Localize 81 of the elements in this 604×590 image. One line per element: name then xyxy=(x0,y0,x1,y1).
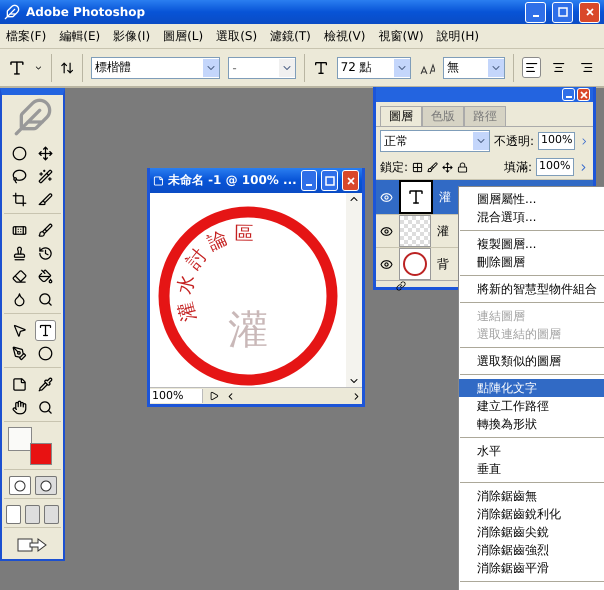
feather-logo-icon xyxy=(12,97,52,137)
context-menu-item[interactable]: 消除鋸齒銳利化 xyxy=(459,505,604,523)
fill-field[interactable]: 100% xyxy=(536,158,574,176)
foreground-color-swatch[interactable] xyxy=(8,427,32,451)
menu-item[interactable]: 檔案(F) xyxy=(6,28,46,44)
app-logo-icon xyxy=(4,4,20,20)
document-icon xyxy=(153,174,164,188)
maximize-icon xyxy=(558,7,568,17)
context-menu-item[interactable]: 點陣化文字 xyxy=(459,379,604,397)
menu-item[interactable]: 視窗(W) xyxy=(378,28,424,44)
menu-item[interactable]: 濾鏡(T) xyxy=(270,28,311,44)
minimize-button[interactable] xyxy=(562,88,575,101)
close-button[interactable] xyxy=(577,88,590,101)
eye-icon[interactable] xyxy=(380,258,393,270)
layer-name: 背 xyxy=(437,256,450,272)
context-menu-item[interactable]: 消除鋸齒強烈 xyxy=(459,541,604,559)
close-icon xyxy=(580,90,588,98)
menu-item[interactable]: 圖層(L) xyxy=(163,28,204,44)
panel-tab[interactable]: 圖層 xyxy=(380,106,422,126)
context-menu-item[interactable]: 消除鋸齒尖銳 xyxy=(459,523,604,541)
circle-icon xyxy=(40,480,52,492)
minimize-button[interactable] xyxy=(525,2,546,22)
font-style-dropdown[interactable]: - xyxy=(228,56,296,78)
maximize-button[interactable] xyxy=(552,2,573,22)
close-icon xyxy=(586,8,594,16)
context-menu-item[interactable]: 建立工作路徑 xyxy=(459,397,604,415)
menu-item[interactable]: 選取(S) xyxy=(216,28,258,44)
screen-mode-button[interactable] xyxy=(44,505,59,524)
menu-item[interactable]: 編輯(E) xyxy=(59,28,100,44)
context-menu-item[interactable]: 刪除圖層 xyxy=(459,253,604,271)
type-icon[interactable] xyxy=(34,320,56,341)
menu-item[interactable]: 檢視(V) xyxy=(324,28,366,44)
opacity-field[interactable]: 100% xyxy=(538,132,574,150)
context-menu-item[interactable]: 水平 xyxy=(459,442,604,460)
layer-name: 灌 xyxy=(439,188,452,206)
context-menu-item[interactable]: 將新的智慧型物件組合 xyxy=(459,280,604,298)
menu-item[interactable]: 影像(I) xyxy=(113,28,150,44)
fill-label: 填滿: xyxy=(504,158,532,176)
text-orientation-icon[interactable] xyxy=(58,60,75,75)
close-button[interactable] xyxy=(579,2,600,22)
maximize-icon xyxy=(324,176,335,186)
context-menu-item[interactable]: 選取類似的圖層 xyxy=(459,352,604,370)
lock-transparency-icon[interactable] xyxy=(412,162,424,172)
context-menu-item[interactable]: 複製圖層... xyxy=(459,235,604,253)
opacity-label: 不透明: xyxy=(494,132,534,150)
minimize-icon xyxy=(532,15,538,17)
font-family-dropdown[interactable]: 標楷體 xyxy=(90,56,220,78)
context-menu-item[interactable]: 垂直 xyxy=(459,460,604,478)
close-button[interactable] xyxy=(342,170,359,191)
eye-icon[interactable] xyxy=(380,224,393,238)
context-menu-item[interactable]: 轉換為形狀 xyxy=(459,415,604,433)
screen-mode-button[interactable] xyxy=(6,505,21,524)
vertical-scrollbar[interactable] xyxy=(346,193,362,387)
minimize-icon xyxy=(306,184,312,186)
zoom-field[interactable]: 100% xyxy=(150,389,203,403)
close-icon xyxy=(346,176,355,184)
lock-move-icon[interactable] xyxy=(442,162,454,172)
minimize-button[interactable] xyxy=(300,170,318,191)
screen-mode-button[interactable] xyxy=(25,505,40,524)
font-size-dropdown[interactable]: 72 點 xyxy=(336,56,412,78)
anti-alias-dropdown[interactable]: 無 xyxy=(443,56,506,78)
lock-paint-icon[interactable] xyxy=(427,162,438,172)
lock-label: 鎖定: xyxy=(380,158,408,176)
lock-all-icon[interactable] xyxy=(457,162,468,172)
type-letter-icon xyxy=(407,188,425,206)
layer-name: 灌 xyxy=(437,222,450,240)
background-color-swatch[interactable] xyxy=(30,443,52,465)
mask-mode-button[interactable] xyxy=(8,476,30,495)
menu-item[interactable]: 說明(H) xyxy=(436,28,480,44)
align-left-button[interactable] xyxy=(522,57,542,78)
window-title: Adobe Photoshop xyxy=(26,5,146,19)
blend-mode-dropdown[interactable]: 正常 xyxy=(380,130,490,152)
minimize-icon xyxy=(566,96,572,98)
maximize-button[interactable] xyxy=(321,170,338,191)
document-title: 未命名 -1 @ 100% ... xyxy=(168,172,297,189)
context-menu-item[interactable]: 消除鋸齒無 xyxy=(459,487,604,505)
mask-mode-button[interactable] xyxy=(34,476,56,495)
link-icon[interactable] xyxy=(396,281,406,291)
circle-icon xyxy=(14,480,26,492)
status-arrow-icon[interactable] xyxy=(209,391,219,401)
context-menu-item[interactable]: 消除鋸齒平滑 xyxy=(459,559,604,577)
